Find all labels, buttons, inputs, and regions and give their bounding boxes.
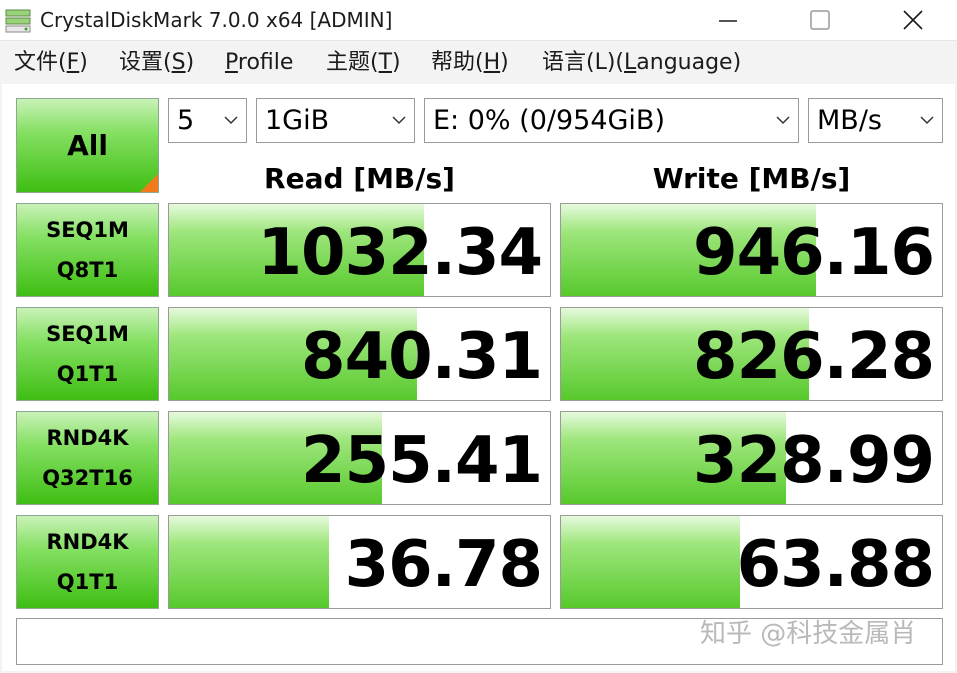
- write-result-value: 328.99: [693, 424, 935, 498]
- read-column-header: Read [MB/s]: [264, 162, 455, 195]
- read-result-cell: 840.31: [168, 307, 551, 401]
- drive-select[interactable]: E: 0% (0/954GiB): [424, 98, 799, 143]
- crystaldiskmark-app-icon: [5, 9, 31, 33]
- write-result-cell: 826.28: [560, 307, 943, 401]
- chevron-down-icon: [776, 116, 790, 125]
- unit-select[interactable]: MB/s: [808, 98, 943, 143]
- run-all-button[interactable]: All: [16, 98, 159, 193]
- test-size-select[interactable]: 1GiB: [256, 98, 415, 143]
- menu-language[interactable]: 语言(L)(Language): [542, 48, 741, 78]
- write-result-cell: 946.16: [560, 203, 943, 297]
- corner-marker: [140, 174, 158, 192]
- read-result-value: 1032.34: [257, 216, 543, 290]
- menu-settings[interactable]: 设置(S): [119, 48, 194, 78]
- minimize-button[interactable]: [698, 0, 758, 40]
- menu-theme[interactable]: 主题(T): [326, 48, 401, 78]
- test-size-value: 1GiB: [265, 105, 330, 136]
- run-all-label: All: [67, 129, 108, 162]
- drive-value: E: 0% (0/954GiB): [433, 105, 665, 136]
- write-result-cell: 328.99: [560, 411, 943, 505]
- chevron-down-icon: [392, 116, 406, 125]
- test-count-select[interactable]: 5: [168, 98, 247, 143]
- read-result-cell: 255.41: [168, 411, 551, 505]
- read-result-cell: 36.78: [168, 515, 551, 609]
- write-column-header: Write [MB/s]: [652, 162, 851, 195]
- chevron-down-icon: [920, 116, 934, 125]
- maximize-button[interactable]: [790, 0, 850, 40]
- test-button-rnd4k-q1t1[interactable]: RND4K Q1T1: [16, 515, 159, 609]
- title-bar: CrystalDiskMark 7.0.0 x64 [ADMIN]: [0, 0, 957, 41]
- read-result-bar: [169, 516, 330, 608]
- read-result-cell: 1032.34: [168, 203, 551, 297]
- window-title: CrystalDiskMark 7.0.0 x64 [ADMIN]: [40, 8, 393, 32]
- test-name-line2: Q1T1: [56, 362, 119, 386]
- close-button[interactable]: [883, 0, 943, 40]
- write-result-value: 63.88: [736, 528, 935, 602]
- read-result-value: 840.31: [301, 320, 543, 394]
- write-result-cell: 63.88: [560, 515, 943, 609]
- menu-profile[interactable]: Profile: [225, 48, 293, 78]
- chevron-down-icon: [224, 116, 238, 125]
- write-result-value: 946.16: [693, 216, 935, 290]
- test-button-rnd4k-q32t16[interactable]: RND4K Q32T16: [16, 411, 159, 505]
- test-name-line1: RND4K: [46, 530, 129, 554]
- menu-help[interactable]: 帮助(H): [431, 48, 509, 78]
- write-result-value: 826.28: [693, 320, 935, 394]
- watermark: 知乎 @科技金属肖: [700, 619, 917, 649]
- test-name-line1: RND4K: [46, 426, 129, 450]
- test-button-seq1m-q8t1[interactable]: SEQ1M Q8T1: [16, 203, 159, 297]
- test-name-line1: SEQ1M: [46, 322, 129, 346]
- test-count-value: 5: [177, 105, 195, 136]
- test-name-line1: SEQ1M: [46, 218, 129, 242]
- unit-value: MB/s: [817, 105, 882, 136]
- write-result-bar: [561, 516, 741, 608]
- menu-file[interactable]: 文件(F): [14, 48, 88, 78]
- test-name-line2: Q32T16: [42, 466, 133, 490]
- test-name-line2: Q1T1: [56, 570, 119, 594]
- read-result-value: 255.41: [301, 424, 543, 498]
- test-name-line2: Q8T1: [56, 258, 119, 282]
- test-button-seq1m-q1t1[interactable]: SEQ1M Q1T1: [16, 307, 159, 401]
- menu-bar: 文件(F) 设置(S) Profile 主题(T) 帮助(H) 语言(L)(La…: [0, 41, 957, 83]
- read-result-value: 36.78: [344, 528, 543, 602]
